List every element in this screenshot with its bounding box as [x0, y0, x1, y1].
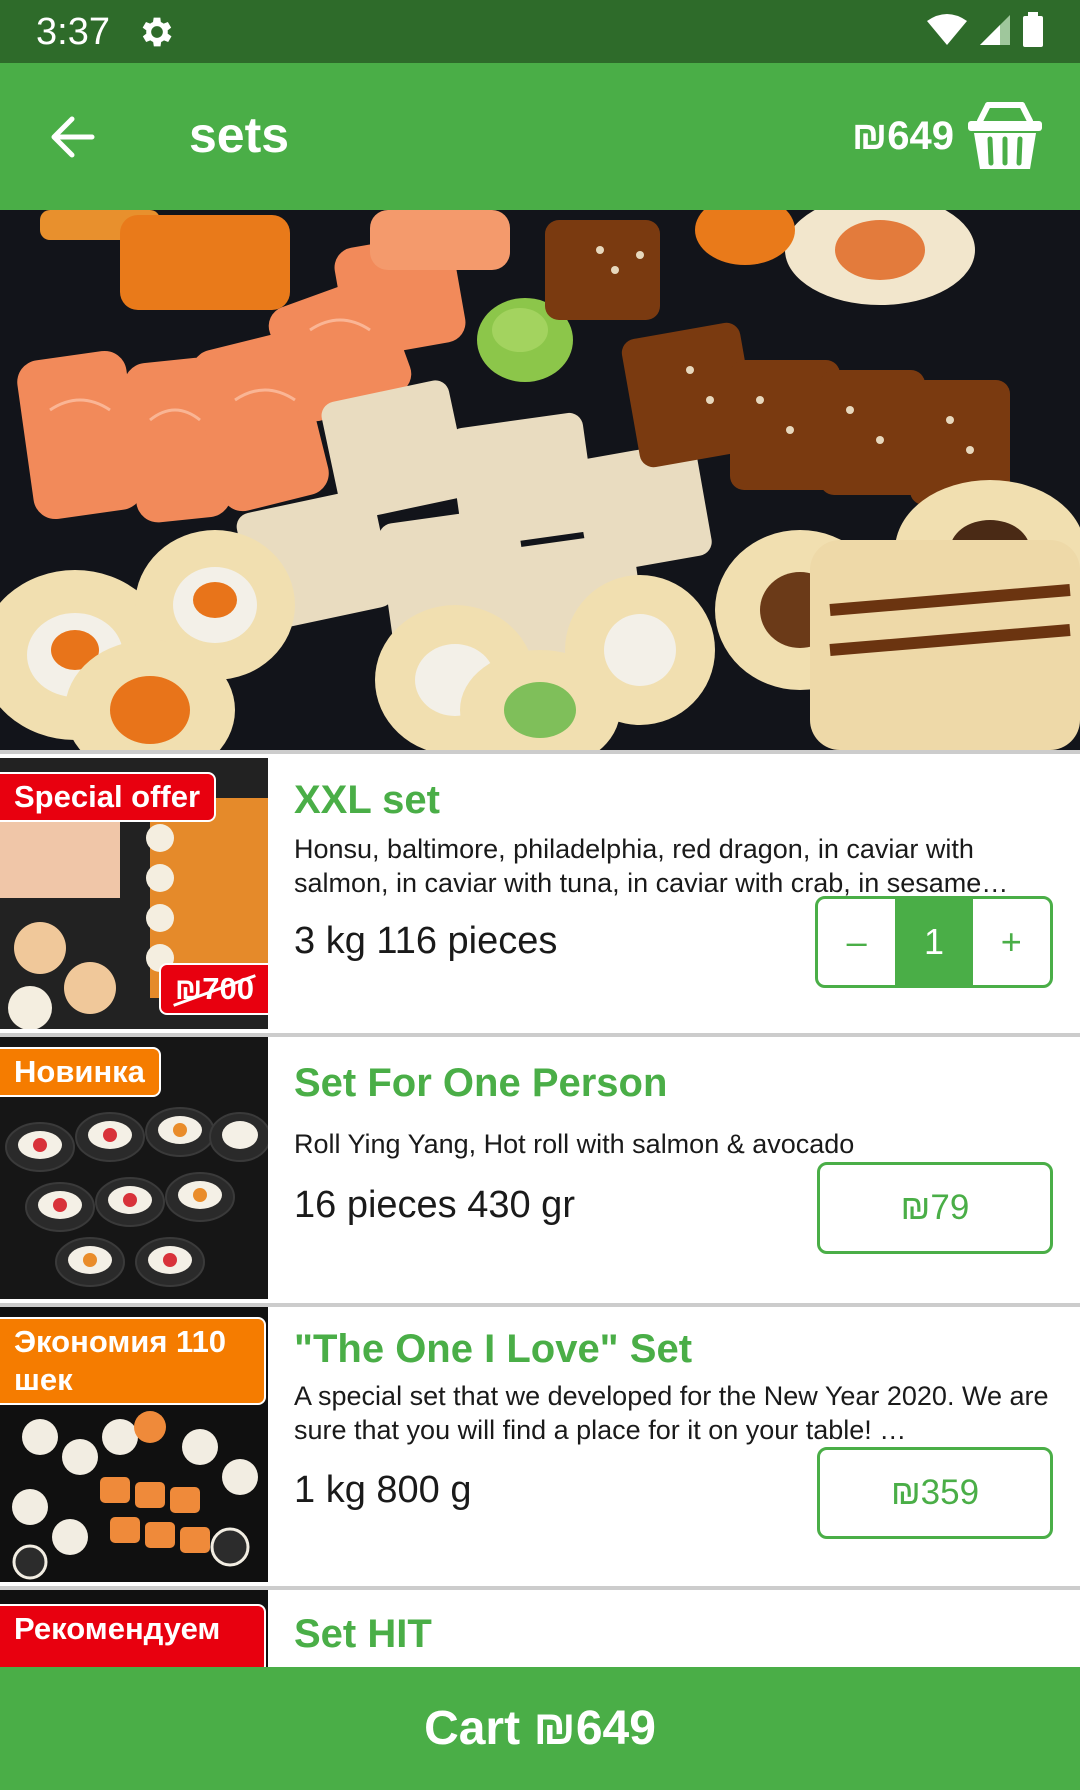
increment-button[interactable]: +	[973, 899, 1050, 985]
product-weight: 1 kg 800 g	[294, 1469, 472, 1511]
product-thumbnail: Special offer ₪700	[0, 758, 268, 1029]
status-bar: 3:37	[0, 0, 1080, 63]
status-time: 3:37	[36, 11, 110, 53]
decrement-button[interactable]: –	[818, 899, 895, 985]
list-item[interactable]: Экономия 110 шек "The One I Love" Set A …	[0, 1307, 1080, 1586]
product-thumbnail: Новинка	[0, 1037, 268, 1299]
add-to-cart-price-button[interactable]: ₪79	[817, 1162, 1053, 1254]
product-description: Roll Ying Yang, Hot roll with salmon & a…	[294, 1129, 855, 1159]
product-title[interactable]: XXL set	[294, 776, 440, 824]
product-weight: 16 pieces 430 gr	[294, 1184, 575, 1226]
product-thumbnail: Экономия 110 шек	[0, 1307, 268, 1582]
quantity-stepper[interactable]: – 1 +	[815, 896, 1053, 988]
special-offer-badge: Special offer	[0, 772, 217, 822]
new-badge: Новинка	[0, 1047, 161, 1097]
list-item[interactable]: Рекомендуем Set HIT	[0, 1590, 1080, 1667]
old-price: ₪700	[174, 971, 254, 1006]
product-title[interactable]: "The One I Love" Set	[294, 1325, 692, 1373]
product-thumbnail: Рекомендуем	[0, 1590, 268, 1667]
back-arrow-icon	[51, 116, 95, 158]
product-description: Honsu, baltimore, philadelphia, red drag…	[294, 834, 1009, 898]
wifi-icon	[927, 14, 967, 45]
app-bar: sets ₪649	[0, 63, 1080, 210]
list-item[interactable]: Новинка Set For One Person Roll Ying Yan…	[0, 1037, 1080, 1303]
quantity-value: 1	[895, 899, 973, 985]
add-to-cart-price-button[interactable]: ₪359	[817, 1447, 1053, 1539]
page-title: sets	[189, 107, 290, 163]
cellular-signal-icon	[980, 15, 1010, 45]
old-price-badge: ₪700	[158, 963, 268, 1015]
basket-icon[interactable]	[966, 101, 1044, 173]
recommended-badge: Рекомендуем	[0, 1604, 266, 1667]
savings-badge: Экономия 110 шек	[0, 1317, 266, 1405]
product-title[interactable]: Set HIT	[294, 1610, 432, 1658]
hero-image	[0, 210, 1080, 750]
settings-gear-icon	[142, 17, 172, 47]
product-description: A special set that we developed for the …	[294, 1381, 1049, 1445]
header-cart-total[interactable]: ₪649	[852, 111, 954, 161]
list-item[interactable]: Special offer ₪700 XXL set Honsu, baltim…	[0, 754, 1080, 1033]
status-indicators	[926, 12, 1044, 48]
back-button[interactable]	[36, 101, 108, 173]
product-list[interactable]: Special offer ₪700 XXL set Honsu, baltim…	[0, 750, 1080, 1667]
cart-button[interactable]: Cart ₪649	[0, 1667, 1080, 1790]
sushi-photo	[0, 210, 1080, 750]
battery-icon	[1023, 12, 1043, 47]
product-title[interactable]: Set For One Person	[294, 1059, 667, 1107]
product-weight: 3 kg 116 pieces	[294, 920, 558, 962]
